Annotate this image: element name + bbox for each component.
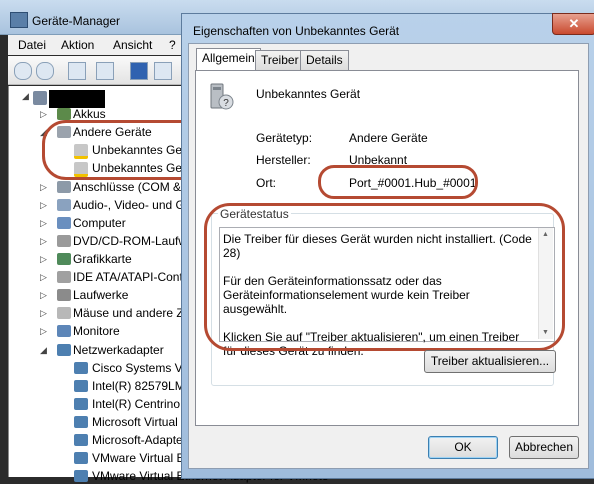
dialog-title: Eigenschaften von Unbekanntes Gerät bbox=[193, 24, 400, 38]
tree-label: Computer bbox=[73, 216, 126, 230]
root-expander-icon[interactable]: ◢ bbox=[22, 91, 29, 102]
annotation-oval-status bbox=[204, 203, 565, 351]
scan-hardware-icon[interactable] bbox=[154, 62, 172, 80]
ok-button[interactable]: OK bbox=[428, 436, 498, 459]
dvd-icon bbox=[57, 235, 71, 247]
network-adapter-icon bbox=[74, 452, 88, 464]
expander-icon[interactable]: ▷ bbox=[40, 327, 48, 336]
display-adapter-icon bbox=[57, 253, 71, 265]
svg-text:?: ? bbox=[223, 98, 229, 109]
expander-icon[interactable]: ▷ bbox=[40, 255, 48, 264]
expander-icon[interactable]: ▷ bbox=[40, 219, 48, 228]
list-view-icon[interactable] bbox=[96, 62, 114, 80]
annotation-oval-location bbox=[318, 165, 478, 199]
tree-label: Netzwerkadapter bbox=[73, 343, 164, 357]
network-adapter-icon bbox=[74, 416, 88, 428]
disk-icon bbox=[57, 289, 71, 301]
tree-label: Grafikkarte bbox=[73, 252, 132, 266]
forward-arrow-icon[interactable] bbox=[36, 62, 54, 80]
expander-icon[interactable]: ▷ bbox=[40, 291, 48, 300]
cancel-button[interactable]: Abbrechen bbox=[509, 436, 579, 459]
expander-icon[interactable]: ▷ bbox=[40, 309, 48, 318]
device-manager-app-icon bbox=[10, 12, 28, 28]
help-icon[interactable] bbox=[130, 62, 148, 80]
expander-icon[interactable]: ▷ bbox=[40, 183, 48, 192]
computer-root-icon bbox=[33, 91, 47, 105]
mouse-icon bbox=[57, 307, 71, 319]
expander-icon[interactable]: ▷ bbox=[40, 201, 48, 210]
computer-icon bbox=[57, 217, 71, 229]
collapse-icon[interactable]: ◢ bbox=[40, 346, 48, 355]
tree-label: Laufwerke bbox=[73, 288, 129, 302]
expander-icon[interactable]: ▷ bbox=[40, 273, 48, 282]
network-adapter-icon bbox=[74, 398, 88, 410]
network-icon bbox=[57, 344, 71, 356]
network-adapter-icon bbox=[74, 362, 88, 374]
tab-treiber[interactable]: Treiber bbox=[255, 50, 305, 70]
location-label: Ort: bbox=[256, 176, 276, 190]
menu-aktion[interactable]: Aktion bbox=[61, 38, 94, 52]
network-adapter-icon bbox=[74, 380, 88, 392]
port-icon bbox=[57, 181, 71, 193]
manufacturer-label: Hersteller: bbox=[256, 153, 311, 167]
expander-icon[interactable]: ▷ bbox=[40, 237, 48, 246]
device-type-value: Andere Geräte bbox=[349, 131, 428, 145]
expander-icon[interactable]: ▷ bbox=[40, 110, 48, 119]
battery-icon bbox=[57, 108, 71, 120]
tree-label: Monitore bbox=[73, 324, 120, 338]
tab-allgemein[interactable]: Allgemein bbox=[196, 48, 261, 71]
network-adapter-icon bbox=[74, 470, 88, 482]
monitor-icon bbox=[57, 325, 71, 337]
menu-help[interactable]: ? bbox=[169, 38, 176, 52]
menu-ansicht[interactable]: Ansicht bbox=[113, 38, 152, 52]
update-driver-button[interactable]: Treiber aktualisieren... bbox=[424, 350, 556, 373]
close-button[interactable]: ✕ bbox=[552, 13, 594, 35]
ide-icon bbox=[57, 271, 71, 283]
menu-datei[interactable]: Datei bbox=[18, 38, 46, 52]
speaker-icon bbox=[57, 199, 71, 211]
unknown-device-icon: ? bbox=[210, 83, 234, 110]
tab-details[interactable]: Details bbox=[300, 50, 349, 70]
back-arrow-icon[interactable] bbox=[14, 62, 32, 80]
device-manager-title: Geräte-Manager bbox=[32, 14, 121, 28]
device-type-label: Gerätetyp: bbox=[256, 131, 313, 145]
device-name: Unbekanntes Gerät bbox=[256, 87, 361, 101]
properties-view-icon[interactable] bbox=[68, 62, 86, 80]
network-adapter-icon bbox=[74, 434, 88, 446]
